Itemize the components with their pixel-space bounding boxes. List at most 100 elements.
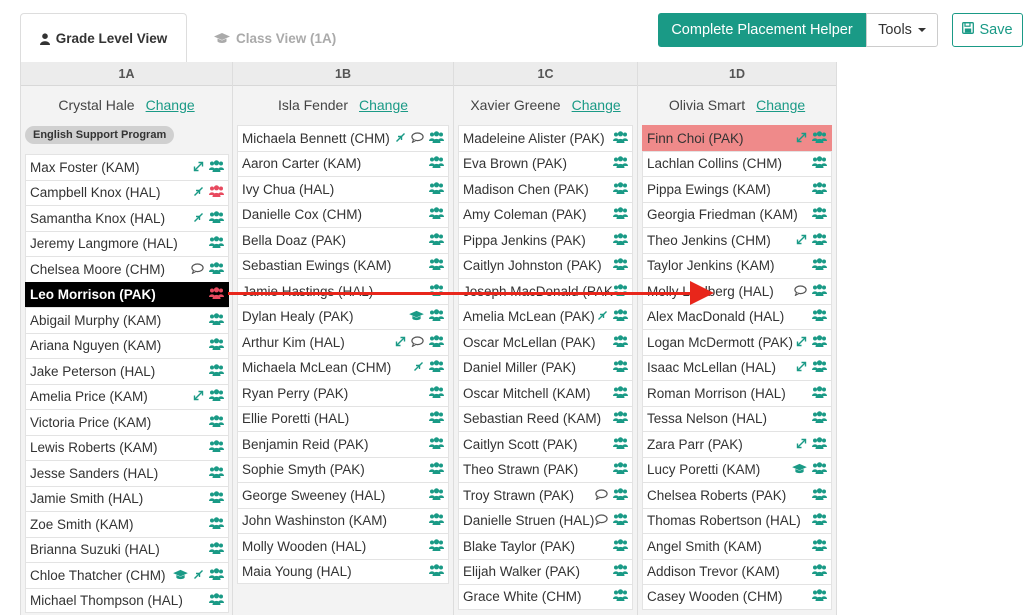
student-row[interactable]: Troy Strawn (PAK)	[458, 482, 633, 508]
group-icon[interactable]	[429, 563, 444, 579]
group-icon[interactable]	[613, 309, 628, 324]
student-row[interactable]: Danielle Struen (HAL)	[458, 507, 633, 533]
student-row[interactable]: Pippa Jenkins (PAK)	[458, 227, 633, 253]
tab-grade-level-view[interactable]: Grade Level View	[20, 13, 187, 63]
group-icon[interactable]	[209, 210, 224, 226]
arrows-icon[interactable]	[193, 389, 204, 404]
student-row[interactable]: Oscar McLellan (PAK)	[458, 329, 633, 355]
change-teacher-link[interactable]: Change	[359, 97, 408, 113]
student-row[interactable]: Sebastian Ewings (KAM)	[237, 252, 449, 278]
student-row[interactable]: Alex MacDonald (HAL)	[642, 303, 832, 329]
complete-placement-helper-button[interactable]: Complete Placement Helper	[658, 13, 866, 47]
group-icon[interactable]	[429, 385, 444, 401]
group-icon[interactable]	[613, 334, 628, 350]
student-row[interactable]: Blake Taylor (PAK)	[458, 533, 633, 559]
graduation-cap-icon[interactable]	[792, 462, 807, 477]
student-row[interactable]: Jake Peterson (HAL)	[25, 358, 229, 384]
student-row[interactable]: Angel Smith (KAM)	[642, 533, 832, 559]
group-icon[interactable]	[429, 538, 444, 554]
group-icon[interactable]	[613, 436, 628, 452]
student-row[interactable]: John Washinston (KAM)	[237, 507, 449, 533]
student-row[interactable]: Amelia McLean (PAK)	[458, 303, 633, 329]
student-row[interactable]: Jamie Hastings (HAL)	[237, 278, 449, 304]
group-icon[interactable]	[209, 261, 224, 277]
student-row[interactable]: Thomas Robertson (HAL)	[642, 507, 832, 533]
student-row[interactable]: Caitlyn Johnston (PAK)	[458, 252, 633, 278]
comment-icon[interactable]	[411, 335, 424, 350]
group-icon[interactable]	[613, 487, 628, 503]
group-icon[interactable]	[613, 360, 628, 375]
group-icon[interactable]	[209, 491, 224, 506]
student-row[interactable]: Elijah Walker (PAK)	[458, 558, 633, 584]
group-icon[interactable]	[613, 232, 628, 248]
arrows-icon[interactable]	[193, 160, 204, 175]
group-icon[interactable]	[429, 411, 444, 426]
group-icon[interactable]	[613, 385, 628, 401]
student-row[interactable]: Sophie Smyth (PAK)	[237, 456, 449, 482]
student-row[interactable]: Eva Brown (PAK)	[458, 150, 633, 176]
arrows-in-icon[interactable]	[193, 185, 204, 200]
student-row[interactable]: Madison Chen (PAK)	[458, 176, 633, 202]
group-icon[interactable]	[812, 258, 827, 273]
student-row[interactable]: Jeremy Langmore (HAL)	[25, 230, 229, 256]
group-icon[interactable]	[209, 592, 224, 608]
student-row[interactable]: Leo Morrison (PAK)	[25, 281, 229, 307]
arrows-in-icon[interactable]	[395, 131, 406, 146]
student-row[interactable]: Ivy Chua (HAL)	[237, 176, 449, 202]
student-row[interactable]: Arthur Kim (HAL)	[237, 329, 449, 355]
student-row[interactable]: Amelia Price (KAM)	[25, 383, 229, 409]
student-row[interactable]: Amy Coleman (PAK)	[458, 201, 633, 227]
group-icon[interactable]	[429, 334, 444, 350]
group-icon[interactable]	[613, 411, 628, 426]
student-row[interactable]: Abigail Murphy (KAM)	[25, 307, 229, 333]
arrows-icon[interactable]	[796, 335, 807, 350]
group-icon[interactable]	[209, 363, 224, 379]
comment-icon[interactable]	[794, 284, 807, 299]
group-icon[interactable]	[812, 564, 827, 579]
group-icon[interactable]	[812, 513, 827, 528]
group-icon[interactable]	[812, 411, 827, 426]
arrows-in-icon[interactable]	[413, 360, 424, 375]
comment-icon[interactable]	[411, 131, 424, 146]
student-row[interactable]: Ariana Nguyen (KAM)	[25, 332, 229, 358]
change-teacher-link[interactable]: Change	[146, 97, 195, 113]
student-row[interactable]: Benjamin Reid (PAK)	[237, 431, 449, 457]
student-row[interactable]: Isaac McLellan (HAL)	[642, 354, 832, 380]
student-row[interactable]: Logan McDermott (PAK)	[642, 329, 832, 355]
group-icon[interactable]	[429, 232, 444, 248]
group-icon[interactable]	[613, 207, 628, 222]
group-icon[interactable]	[429, 156, 444, 171]
student-row[interactable]: Ryan Perry (PAK)	[237, 380, 449, 406]
arrows-in-icon[interactable]	[193, 568, 204, 583]
group-icon[interactable]	[812, 334, 827, 350]
group-icon[interactable]	[613, 589, 628, 604]
student-row[interactable]: Max Foster (KAM)	[25, 154, 229, 180]
student-row[interactable]: Michaela McLean (CHM)	[237, 354, 449, 380]
group-red-icon[interactable]	[209, 185, 224, 200]
student-row[interactable]: Casey Wooden (CHM)	[642, 584, 832, 610]
group-icon[interactable]	[812, 462, 827, 477]
group-icon[interactable]	[812, 309, 827, 324]
group-icon[interactable]	[209, 440, 224, 455]
student-row[interactable]: Grace White (CHM)	[458, 584, 633, 610]
student-row[interactable]: Caitlyn Scott (PAK)	[458, 431, 633, 457]
group-icon[interactable]	[429, 181, 444, 197]
student-row[interactable]: Dylan Healy (PAK)	[237, 303, 449, 329]
group-icon[interactable]	[812, 436, 827, 452]
student-row[interactable]: Aaron Carter (KAM)	[237, 150, 449, 176]
tab-class-view[interactable]: Class View (1A)	[214, 13, 336, 63]
group-icon[interactable]	[209, 542, 224, 557]
group-icon[interactable]	[812, 360, 827, 375]
student-row[interactable]: Campbell Knox (HAL)	[25, 179, 229, 205]
group-icon[interactable]	[812, 181, 827, 197]
group-icon[interactable]	[812, 207, 827, 222]
group-icon[interactable]	[613, 462, 628, 477]
student-row[interactable]: Finn Choi (PAK)	[642, 125, 832, 151]
student-row[interactable]: Chloe Thatcher (CHM)	[25, 562, 229, 588]
student-row[interactable]: Danielle Cox (CHM)	[237, 201, 449, 227]
group-icon[interactable]	[209, 236, 224, 251]
arrows-icon[interactable]	[796, 437, 807, 452]
change-teacher-link[interactable]: Change	[756, 97, 805, 113]
graduation-cap-icon[interactable]	[409, 309, 424, 324]
student-row[interactable]: Molly Wooden (HAL)	[237, 533, 449, 559]
